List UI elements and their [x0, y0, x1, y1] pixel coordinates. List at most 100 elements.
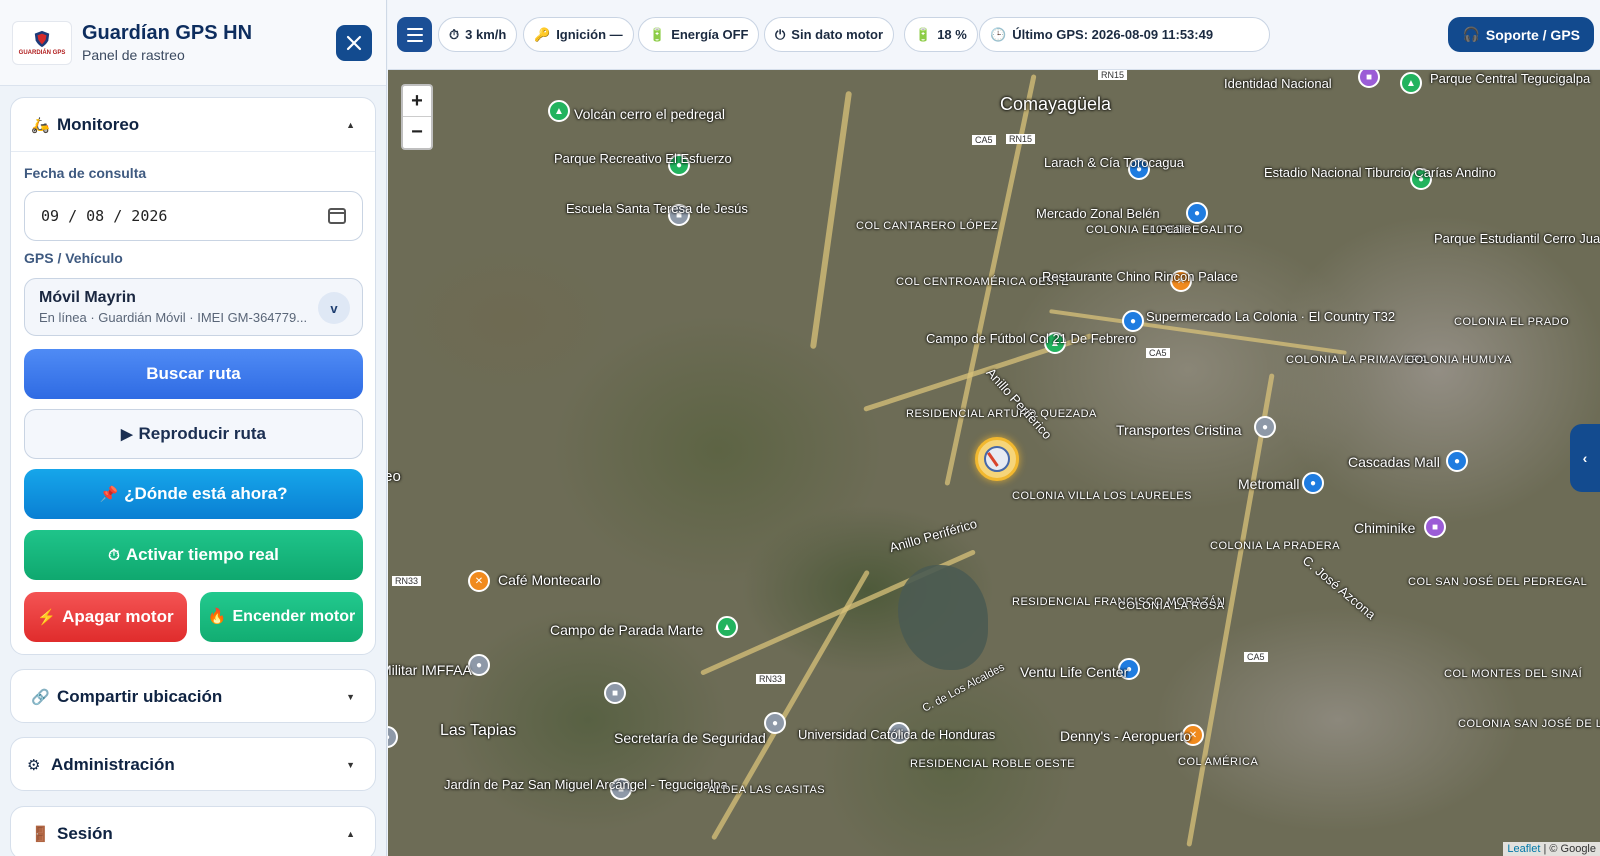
shield-icon [34, 30, 50, 47]
map-label: COLONIA HUMUYA [1406, 354, 1512, 366]
engine-on-label: Encender motor [232, 608, 356, 626]
session-panel[interactable]: 🚪 Sesión ▲ [10, 806, 376, 856]
cart-icon[interactable]: ● [1186, 202, 1208, 224]
search-route-button[interactable]: Buscar ruta [24, 349, 363, 399]
leaflet-link[interactable]: Leaflet [1507, 843, 1540, 855]
search-route-label: Buscar ruta [146, 364, 241, 383]
realtime-label: Activar tiempo real [125, 545, 279, 564]
stopwatch-icon: ⏱ [449, 26, 460, 42]
monitor-title: Monitoreo [57, 114, 140, 134]
map-label: Universidad Católica de Honduras [798, 727, 996, 742]
map-label: Campo de Fútbol Col 21 De Febrero [926, 331, 1137, 346]
engine-on-button[interactable]: 🔥 Encender motor [200, 592, 363, 642]
vehicle-marker[interactable] [975, 437, 1019, 481]
key-icon: 🔑 [534, 26, 551, 42]
school-icon[interactable]: ■ [604, 682, 626, 704]
restaurant-icon[interactable]: ✕ [468, 570, 490, 592]
map-view[interactable]: + − ▲ ● ■ ● ● ✕ ● ▲ ▲ ● ■ ● ● ● ■ ✕ ▲ ● … [388, 70, 1600, 856]
map-label: Identidad Nacional [1224, 76, 1332, 91]
map-label: C. José Azcona [1299, 552, 1379, 623]
monitor-header[interactable]: 🛵 Monitoreo ▲ [11, 98, 375, 152]
speed-value: 3 km/h [465, 27, 507, 42]
where-now-label: ¿Dónde está ahora? [124, 484, 288, 503]
logo-text: GUARDIÁN GPS [18, 49, 66, 56]
zoom-in-button[interactable]: + [403, 86, 431, 117]
date-input[interactable]: 09 / 08 / 2026 [24, 191, 363, 241]
speed-pill: ⏱ 3 km/h [438, 17, 518, 52]
last-gps-pill: 🕒 Último GPS: 2026-08-09 11:53:49 [979, 17, 1270, 52]
caret-down-icon: ▼ [346, 692, 355, 702]
close-sidebar-button[interactable] [336, 25, 372, 61]
map-label: Cascadas Mall [1348, 454, 1440, 470]
museum-icon[interactable]: ■ [1424, 516, 1446, 538]
ignition-pill: 🔑 Ignición — [523, 17, 634, 52]
support-label: Soporte / GPS [1485, 26, 1580, 43]
share-panel[interactable]: 🔗 Compartir ubicación ▼ [10, 669, 376, 723]
map-label: Metromall [1238, 476, 1300, 492]
menu-button[interactable] [397, 17, 432, 52]
transit-icon[interactable]: ● [388, 726, 398, 748]
map-label: Transportes Cristina [1116, 422, 1242, 438]
cart-icon[interactable]: ● [1122, 310, 1144, 332]
play-icon: ▶ [120, 426, 133, 443]
map-label: COLONIA SAN JOSÉ DE LA PEÑA [1458, 718, 1600, 730]
map-label: Militar IMFFAA [388, 662, 472, 678]
admin-panel[interactable]: ⚙ Administración ▼ [10, 737, 376, 791]
caret-up-icon: ▲ [346, 829, 355, 839]
map-label: Larach & Cía Torocagua [1044, 155, 1184, 170]
map-label: 10 Calle [1150, 224, 1191, 236]
map-label: COLONIA EL PRADO [1454, 316, 1570, 328]
map-label: Mercado Zonal Belén [1036, 206, 1160, 221]
map-label: Anillo Periférico [887, 515, 979, 556]
chevron-left-icon: ‹ [1582, 450, 1588, 466]
support-button[interactable]: 🎧 Soporte / GPS [1448, 17, 1594, 52]
transit-icon[interactable]: ● [764, 712, 786, 734]
map-label: COL SAN JOSÉ DEL PEDREGAL [1408, 576, 1588, 588]
calendar-icon[interactable] [328, 208, 346, 224]
map-label: Supermercado La Colonia · El Country T32 [1146, 309, 1396, 324]
battery-icon: 🔋 [649, 26, 666, 42]
engine-off-button[interactable]: ⚡ Apagar motor [24, 592, 187, 642]
headset-icon: 🎧 [1462, 26, 1480, 42]
museum-icon[interactable]: ■ [1358, 70, 1380, 88]
pin-icon: 📌 [99, 486, 119, 503]
map-label: Secretaría de Seguridad [614, 730, 766, 746]
expand-panel-button[interactable]: ‹ [1570, 424, 1600, 492]
sidebar: GUARDIÁN GPS Guardían GPS HN Panel de ra… [0, 0, 387, 856]
park-icon[interactable]: ▲ [548, 100, 570, 122]
road-shield: RN33 [756, 674, 786, 684]
map-label: Café Montecarlo [498, 572, 601, 588]
map-label: Parque Recreativo El Esfuerzo [554, 151, 732, 166]
realtime-button[interactable]: ⏱ Activar tiempo real [24, 530, 363, 580]
road-shield: RN15 [1098, 70, 1128, 80]
map-label: COLONIA LA PRIMAVERA [1286, 354, 1428, 366]
map-label: COLONIA LA ROSA [1118, 600, 1225, 612]
vehicle-detail: En línea · Guardián Móvil · IMEI GM-3647… [39, 310, 308, 325]
shopping-bag-icon[interactable]: ● [1446, 450, 1468, 472]
map-road [809, 90, 853, 350]
stopwatch-icon: ⏱ [108, 546, 120, 564]
shopping-bag-icon[interactable]: ● [1302, 472, 1324, 494]
transit-icon[interactable]: ● [1254, 416, 1276, 438]
app-root: GUARDIÁN GPS Guardían GPS HN Panel de ra… [0, 0, 1600, 856]
close-icon [346, 35, 362, 51]
door-icon: 🚪 [31, 826, 50, 843]
map-label: Parque Central Tegucigalpa [1430, 71, 1591, 86]
zoom-out-button[interactable]: − [403, 117, 431, 148]
gear-icon: ⚙ [27, 757, 41, 774]
caret-up-icon: ▲ [346, 119, 355, 130]
power-icon: ⏻ [775, 26, 786, 42]
session-title: Sesión [57, 824, 113, 843]
map-label: COL CANTARERO LÓPEZ [856, 220, 999, 232]
date-label: Fecha de consulta [24, 165, 147, 181]
vehicle-select[interactable]: Móvil Mayrin En línea · Guardián Móvil ·… [24, 278, 363, 336]
park-icon[interactable]: ▲ [1400, 72, 1422, 94]
chevron-down-icon[interactable]: v [318, 292, 350, 324]
play-route-button[interactable]: ▶ Reproducir ruta [24, 409, 363, 459]
where-now-button[interactable]: 📌 ¿Dónde está ahora? [24, 469, 363, 519]
map-label: RESIDENCIAL FRANCISCO MORAZÁN [1012, 596, 1226, 608]
battery-pill: 🔋 18 % [904, 17, 978, 52]
park-icon[interactable]: ▲ [716, 616, 738, 638]
play-route-label: Reproducir ruta [138, 424, 267, 443]
app-title: Guardían GPS HN [82, 22, 253, 44]
